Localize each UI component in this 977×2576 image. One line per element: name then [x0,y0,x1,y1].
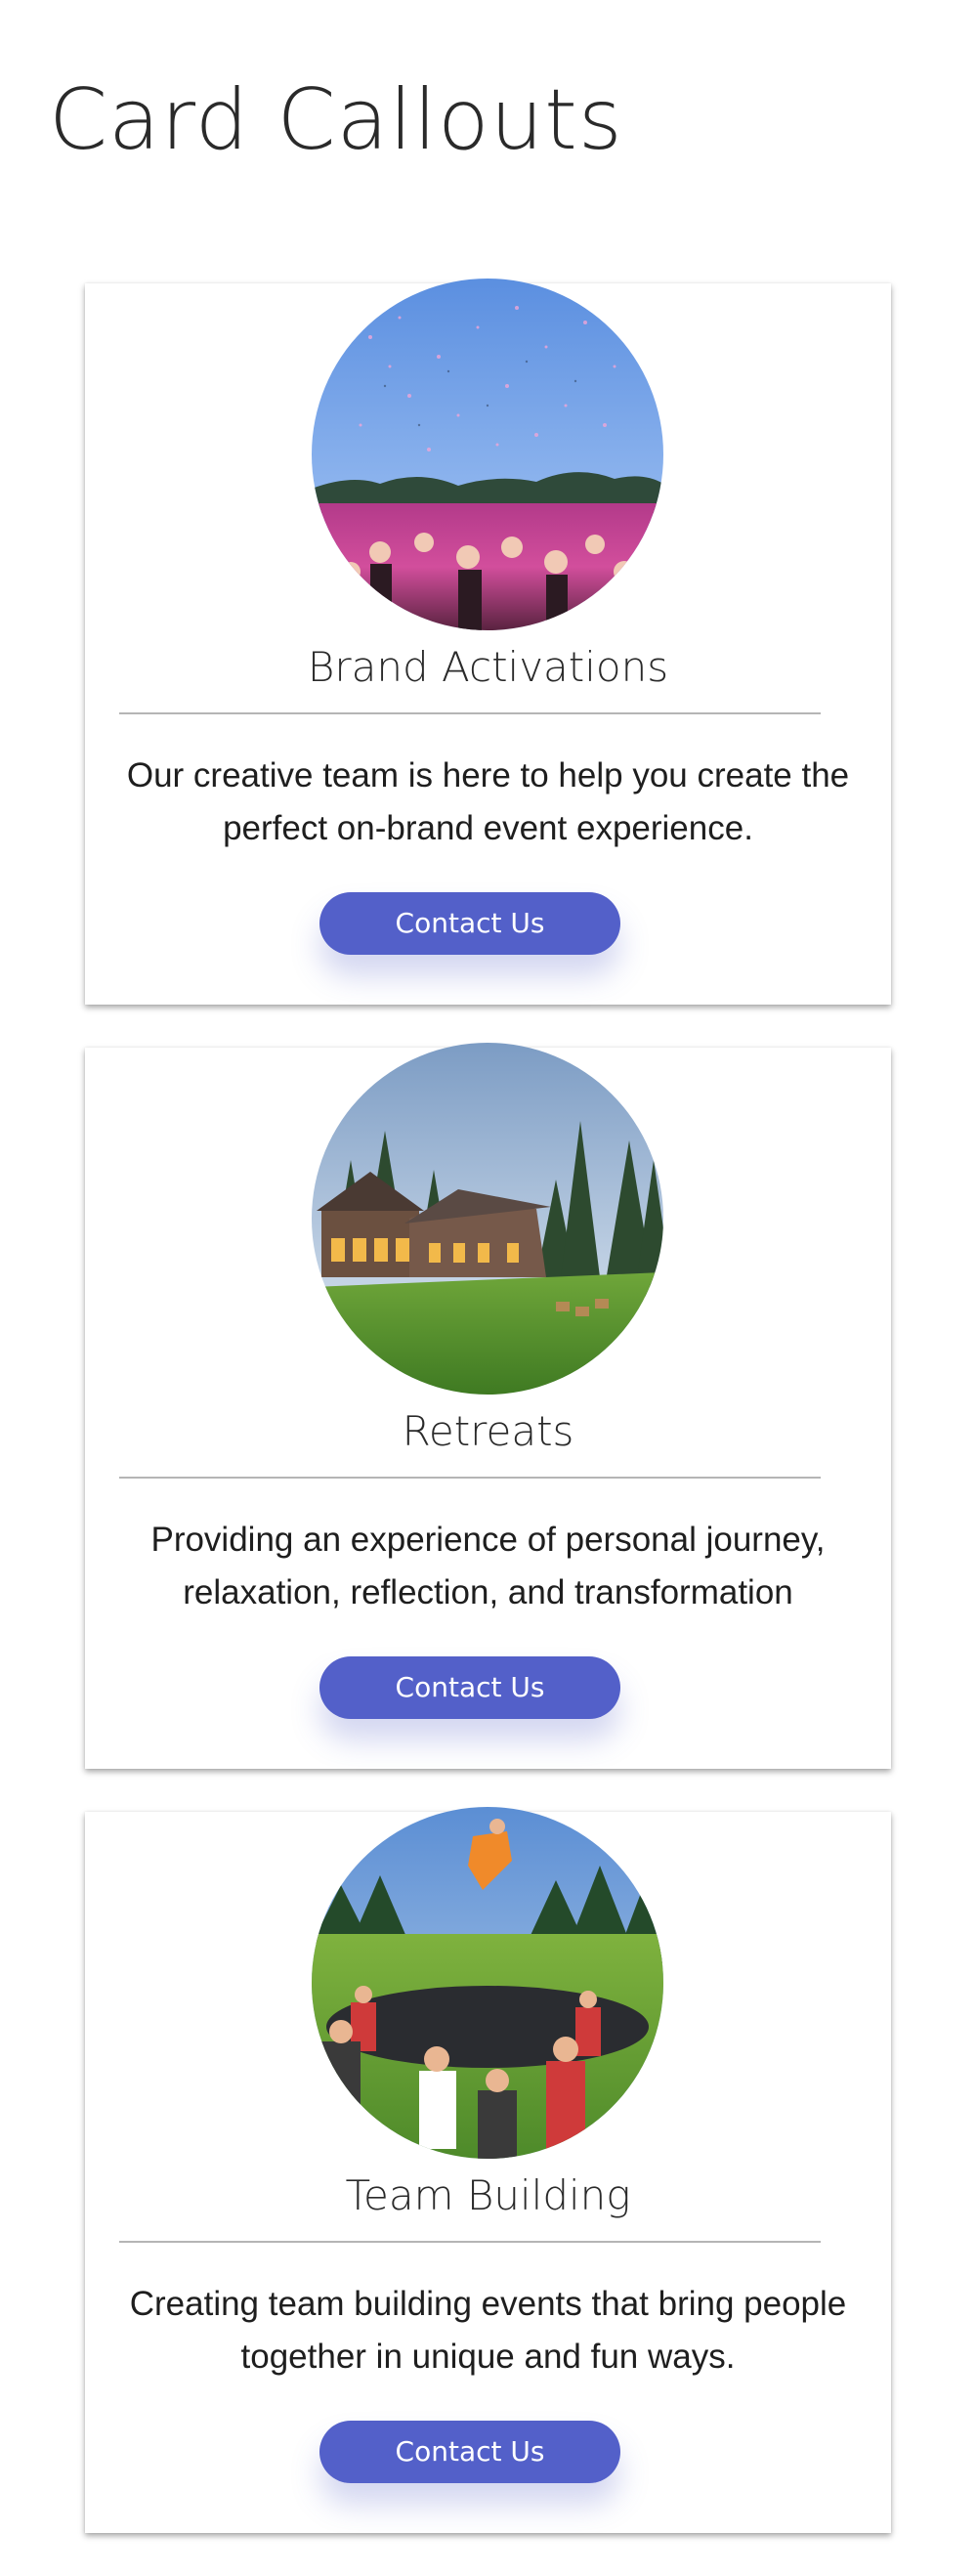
page-title: Card Callouts [49,71,623,169]
contact-us-button[interactable]: Contact Us [319,2421,620,2483]
card-image-concert-crowd [312,279,663,630]
card-team-building: Team Building Creating team building eve… [85,1807,891,2533]
card-image-team-trampoline [312,1807,663,2159]
contact-us-button[interactable]: Contact Us [319,1656,620,1719]
contact-us-button[interactable]: Contact Us [319,892,620,955]
card-divider [119,2241,821,2243]
card-title: Team Building [345,2171,631,2219]
card-divider [119,1477,821,1479]
concert-crowd-photo [312,279,663,630]
card-title: Brand Activations [307,643,669,691]
card-divider [119,712,821,714]
card-image-lodge [312,1043,663,1395]
card-retreats: Retreats Providing an experience of pers… [85,1043,891,1769]
lodge-photo [312,1043,663,1395]
card-description: Providing an experience of personal jour… [150,1521,826,1611]
card-brand-activations: Brand Activations Our creative team is h… [85,279,891,1005]
card-description: Creating team building events that bring… [129,2285,847,2376]
card-list: Brand Activations Our creative team is h… [85,279,891,2576]
card-title: Retreats [402,1407,574,1455]
team-trampoline-photo [312,1807,663,2159]
card-description: Our creative team is here to help you cr… [126,756,850,847]
